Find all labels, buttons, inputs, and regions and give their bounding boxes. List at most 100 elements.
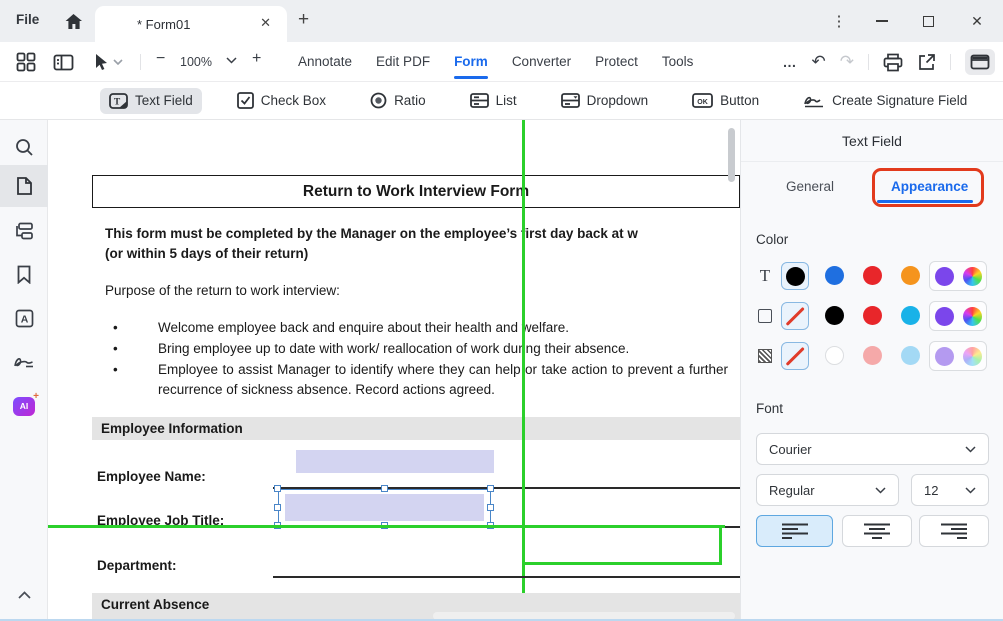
previous-page-button[interactable] — [0, 582, 48, 608]
outline-tree-icon — [14, 222, 34, 240]
color-swatch[interactable] — [863, 306, 882, 325]
intro-line-2: (or within 5 days of their return) — [105, 244, 638, 264]
home-button[interactable] — [60, 10, 86, 32]
app-grid-button[interactable] — [13, 51, 39, 73]
color-swatch[interactable] — [901, 266, 920, 285]
border-color-row-icon — [756, 307, 774, 325]
thumbnails-button[interactable] — [0, 165, 48, 207]
tab-general[interactable]: General — [786, 179, 834, 194]
search-button[interactable] — [0, 126, 48, 168]
align-right-button[interactable] — [919, 515, 989, 547]
new-tab-button[interactable]: + — [298, 10, 309, 30]
maximize-icon — [923, 16, 934, 27]
tab-close-icon[interactable]: ✕ — [260, 15, 271, 31]
font-style-select[interactable]: Regular — [756, 474, 899, 506]
titlebar: File * Form01 ✕ + ⋮ ✕ — [0, 0, 1003, 42]
color-swatch[interactable] — [825, 266, 844, 285]
ai-assistant-button[interactable]: AI — [0, 385, 48, 427]
menu-protect[interactable]: Protect — [595, 42, 638, 82]
section-employee-information: Employee Information — [92, 417, 740, 440]
panel-layout-icon — [53, 54, 74, 71]
signatures-button[interactable] — [0, 341, 48, 383]
document-title: Return to Work Interview Form — [92, 175, 740, 208]
bullet-item: • Bring employee up to date with work/ r… — [113, 339, 629, 359]
left-sidebar: A AI 1 3 — [0, 120, 48, 621]
document-page[interactable]: Return to Work Interview Form This form … — [48, 120, 740, 621]
annotations-button[interactable]: A — [0, 297, 48, 339]
home-icon — [64, 13, 83, 30]
color-swatch[interactable] — [863, 346, 882, 365]
ribbon-toggle-button[interactable] — [965, 49, 995, 75]
vertical-scrollbar[interactable] — [728, 128, 735, 182]
menu-form[interactable]: Form — [454, 42, 488, 82]
selection-handle[interactable] — [274, 504, 281, 511]
align-center-button[interactable] — [842, 515, 912, 547]
color-picker-swatch[interactable] — [963, 347, 982, 366]
selection-handle[interactable] — [274, 485, 281, 492]
tool-dropdown[interactable]: Dropdown — [552, 88, 658, 113]
menu-annotate[interactable]: Annotate — [298, 42, 352, 82]
color-picker-swatch[interactable] — [963, 307, 982, 326]
color-picker-swatch[interactable] — [963, 267, 982, 286]
minimize-button[interactable] — [859, 20, 905, 22]
tool-check-box[interactable]: Check Box — [228, 87, 335, 114]
bullet-glyph: • — [113, 339, 158, 359]
fill-color-row-icon — [756, 347, 774, 365]
print-icon[interactable] — [883, 53, 903, 72]
maximize-button[interactable] — [905, 16, 951, 27]
selection-handle[interactable] — [487, 504, 494, 511]
form-field-employee-name[interactable] — [296, 450, 494, 473]
color-swatch[interactable] — [825, 306, 844, 325]
tool-create-signature-field[interactable]: Create Signature Field — [794, 88, 976, 114]
fill-color-selected-swatch[interactable] — [781, 342, 809, 370]
tool-ratio[interactable]: Ratio — [361, 87, 435, 114]
color-swatch[interactable] — [901, 346, 920, 365]
menu-converter[interactable]: Converter — [512, 42, 571, 82]
ai-icon: AI — [13, 397, 35, 416]
select-tool-button[interactable] — [88, 51, 128, 73]
document-tab[interactable]: * Form01 ✕ — [95, 6, 287, 42]
page-icon — [16, 176, 33, 196]
undo-icon[interactable]: ↶ — [812, 52, 826, 72]
color-swatch[interactable] — [901, 306, 920, 325]
zoom-level[interactable]: 100% — [180, 55, 212, 69]
document-intro: This form must be completed by the Manag… — [105, 224, 638, 263]
selection-handle[interactable] — [487, 485, 494, 492]
color-swatch[interactable] — [863, 266, 882, 285]
check-box-icon — [237, 92, 254, 109]
custom-color-group — [929, 301, 987, 331]
more-tools-icon[interactable]: … — [783, 54, 798, 70]
field-selection-box[interactable] — [278, 489, 491, 526]
annotation-highlight-box — [872, 168, 984, 207]
tool-list[interactable]: List — [461, 88, 526, 113]
export-icon[interactable] — [917, 53, 936, 72]
panel-layout-button[interactable] — [50, 51, 76, 73]
menu-tools[interactable]: Tools — [662, 42, 694, 82]
color-swatch[interactable] — [935, 267, 954, 286]
align-left-button[interactable] — [756, 515, 833, 547]
menu-bar: Annotate Edit PDF Form Converter Protect… — [298, 42, 693, 82]
menu-edit-pdf[interactable]: Edit PDF — [376, 42, 430, 82]
minimize-icon — [876, 20, 888, 22]
font-size-select[interactable]: 12 — [911, 474, 989, 506]
tool-text-field[interactable]: T Text Field — [100, 88, 202, 114]
bookmarks-button[interactable] — [0, 253, 48, 295]
font-family-select[interactable]: Courier — [756, 433, 989, 465]
underline-department — [273, 576, 740, 578]
fill-color-icon — [758, 349, 772, 363]
zoom-dropdown-button[interactable] — [226, 57, 237, 64]
close-button[interactable]: ✕ — [951, 13, 1003, 30]
tool-button[interactable]: OK Button — [683, 88, 768, 113]
file-menu[interactable]: File — [16, 12, 39, 27]
zoom-in-button[interactable]: + — [252, 50, 261, 68]
color-swatch[interactable] — [825, 346, 844, 365]
zoom-out-button[interactable]: − — [156, 50, 165, 68]
color-swatch[interactable] — [935, 347, 954, 366]
border-color-selected-swatch[interactable] — [781, 302, 809, 330]
selection-handle[interactable] — [381, 485, 388, 492]
text-color-selected-swatch[interactable] — [781, 262, 809, 290]
outline-button[interactable] — [0, 210, 48, 252]
more-options-icon[interactable]: ⋮ — [819, 12, 859, 30]
letter-a-box-icon: A — [15, 309, 34, 328]
color-swatch[interactable] — [935, 307, 954, 326]
